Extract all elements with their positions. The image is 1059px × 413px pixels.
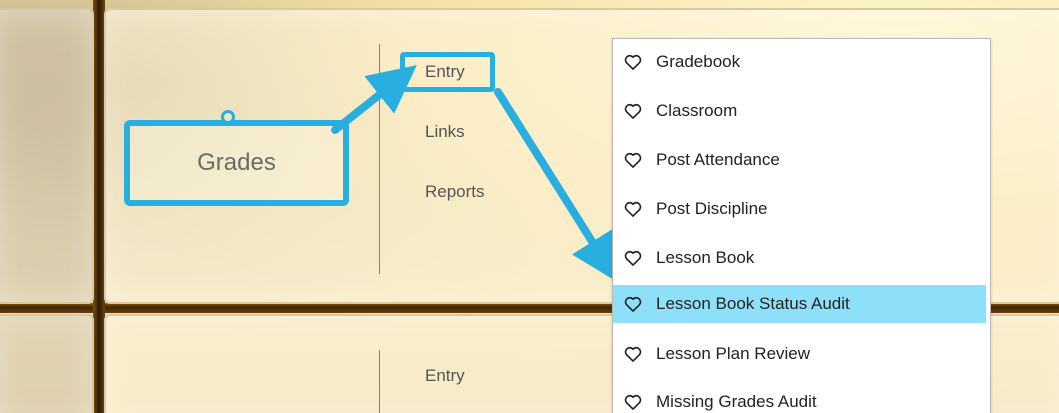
menu-item-classroom[interactable]: Classroom: [613, 94, 986, 128]
heart-outline-icon[interactable]: [623, 199, 643, 219]
menu-item-label: Lesson Book: [656, 248, 755, 267]
menu-item-lesson-book[interactable]: Lesson Book: [613, 241, 986, 275]
menu-item-post-attendance[interactable]: Post Attendance: [613, 143, 986, 177]
heart-outline-icon[interactable]: [623, 52, 643, 72]
heart-outline-icon[interactable]: [623, 344, 643, 364]
menu-item-lesson-plan-review[interactable]: Lesson Plan Review: [613, 337, 986, 371]
menu-item-post-discipline[interactable]: Post Discipline: [613, 192, 986, 226]
menu-item-label: Post Attendance: [656, 150, 780, 169]
menu-item-gradebook[interactable]: Gradebook: [613, 45, 986, 79]
menu-item-label: Gradebook: [656, 52, 741, 71]
arrow-entry-to-dropdown: [494, 88, 618, 283]
heart-outline-icon[interactable]: [623, 150, 643, 170]
heart-outline-icon[interactable]: [623, 248, 643, 268]
arrow-grades-to-entry: [331, 65, 417, 134]
menu-item-label: Post Discipline: [656, 199, 768, 218]
heart-outline-icon[interactable]: [623, 101, 643, 121]
menu-item-label: Lesson Plan Review: [656, 344, 811, 363]
menu-item-label: Missing Grades Audit: [656, 392, 817, 411]
heart-outline-icon[interactable]: [623, 294, 643, 314]
menu-item-lesson-book-status-audit[interactable]: Lesson Book Status Audit: [613, 285, 986, 323]
heart-outline-icon[interactable]: [623, 392, 643, 412]
menu-item-label: Classroom: [656, 101, 738, 120]
entry-dropdown-menu: Gradebook Classroom Post Attendance Post…: [612, 38, 991, 413]
menu-item-missing-grades-audit[interactable]: Missing Grades Audit: [613, 385, 986, 413]
menu-item-label: Lesson Book Status Audit: [656, 294, 850, 313]
